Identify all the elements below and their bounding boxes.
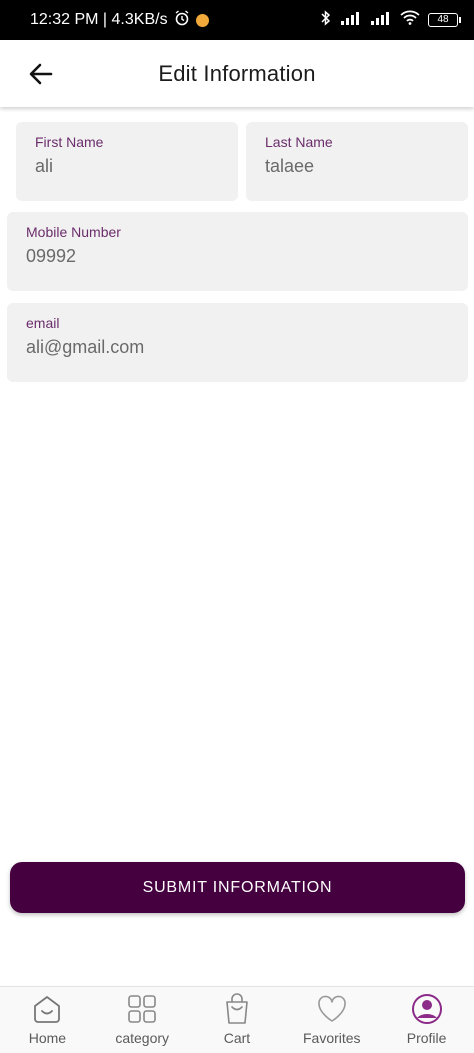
bag-icon	[221, 993, 253, 1025]
nav-label-profile: Profile	[406, 1030, 447, 1046]
mobile-number-input[interactable]	[26, 246, 449, 267]
nav-label-cart: Cart	[223, 1030, 251, 1046]
status-time: 12:32 PM | 4.3KB/s	[30, 11, 168, 28]
email-input[interactable]	[26, 337, 449, 358]
nav-label-category: category	[115, 1030, 170, 1046]
notification-dot-icon	[195, 13, 209, 27]
bottom-nav: Home category Cart Favorites Profile	[0, 986, 474, 1053]
app-bar: Edit Information	[0, 40, 474, 107]
page-title: Edit Information	[158, 60, 316, 86]
signal-icon-2	[370, 11, 392, 30]
nav-item-home[interactable]: Home	[0, 987, 94, 1046]
last-name-input[interactable]	[265, 156, 449, 177]
last-name-field[interactable]: Last Name	[246, 122, 468, 201]
status-right: 48	[320, 9, 461, 31]
bluetooth-icon	[320, 9, 332, 31]
first-name-input[interactable]	[35, 156, 219, 177]
nav-item-profile[interactable]: Profile	[380, 987, 474, 1046]
heart-icon	[316, 993, 348, 1025]
last-name-label: Last Name	[265, 134, 333, 150]
nav-item-favorites[interactable]: Favorites	[285, 987, 379, 1046]
email-label: email	[26, 315, 60, 331]
submit-information-button[interactable]: SUBMIT INFORMATION	[10, 862, 465, 913]
nav-label-home: Home	[28, 1030, 67, 1046]
first-name-label: First Name	[35, 134, 104, 150]
back-button[interactable]	[26, 60, 56, 88]
nav-item-category[interactable]: category	[95, 987, 189, 1046]
email-field[interactable]: email	[7, 303, 468, 382]
mobile-number-label: Mobile Number	[26, 224, 121, 240]
nav-item-cart[interactable]: Cart	[190, 987, 284, 1046]
status-left: 12:32 PM | 4.3KB/s	[30, 9, 209, 31]
arrow-left-icon	[29, 63, 53, 85]
first-name-field[interactable]: First Name	[16, 122, 238, 201]
alarm-icon	[174, 9, 190, 31]
mobile-number-field[interactable]: Mobile Number	[7, 212, 468, 291]
nav-label-favorites: Favorites	[302, 1030, 361, 1046]
signal-icon	[340, 11, 362, 30]
home-icon	[31, 993, 63, 1025]
grid-icon	[126, 993, 158, 1025]
battery-icon: 48	[428, 13, 461, 27]
profile-icon	[411, 993, 443, 1025]
wifi-icon	[400, 10, 420, 30]
status-bar: 12:32 PM | 4.3KB/s 48	[0, 0, 474, 40]
